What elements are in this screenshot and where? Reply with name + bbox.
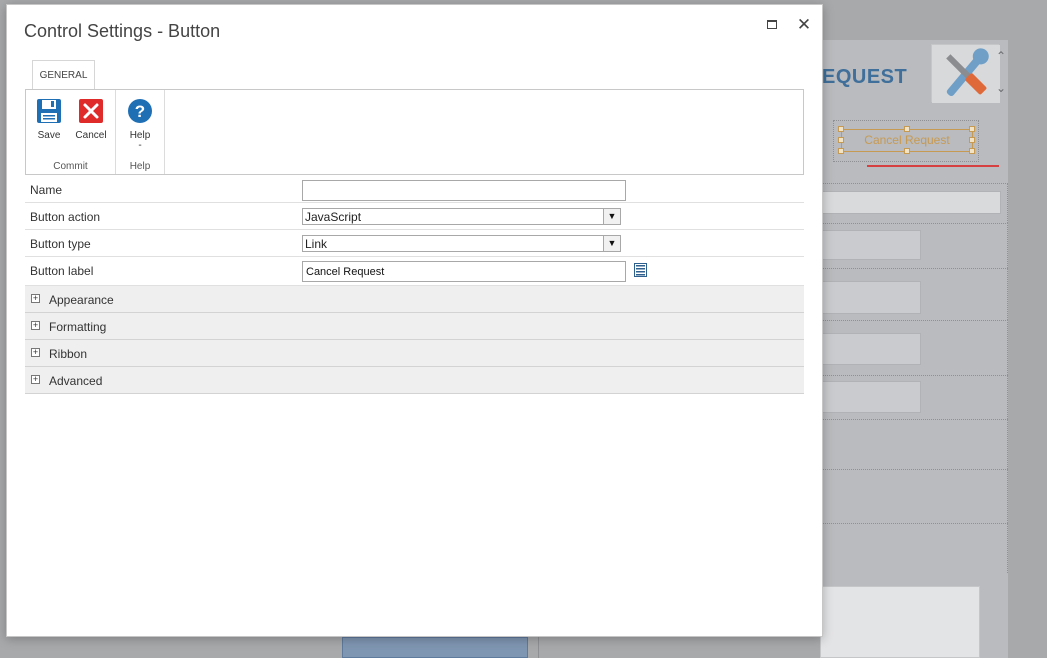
property-row-button-action: Button action JavaScript ▼ [25, 203, 804, 230]
button-action-select[interactable]: JavaScript ▼ [302, 208, 621, 225]
expand-icon[interactable]: + [31, 375, 40, 384]
property-row-button-label: Button label [25, 257, 804, 286]
resize-handle[interactable] [904, 148, 910, 154]
expand-icon[interactable]: + [31, 348, 40, 357]
chevron-down-icon[interactable]: ▼ [603, 236, 620, 251]
resize-handle[interactable] [969, 148, 975, 154]
property-grid: Name Button action JavaScript ▼ Button t… [25, 176, 804, 394]
form-logo [931, 44, 1000, 103]
resize-handle[interactable] [904, 126, 910, 132]
form-row [820, 469, 1008, 523]
form-field[interactable] [820, 281, 921, 314]
validation-underline [867, 165, 999, 167]
section-label: Formatting [49, 320, 107, 334]
help-button[interactable]: ? Help - [121, 98, 159, 151]
chevron-down-icon[interactable]: ⌄ [996, 82, 1006, 94]
property-label: Name [30, 183, 63, 197]
section-label: Appearance [49, 293, 114, 307]
cancel-button[interactable]: Cancel [72, 98, 110, 141]
maximize-icon[interactable] [762, 15, 782, 35]
ribbon-group-help: ? Help - Help [116, 90, 165, 174]
section-label: Ribbon [49, 347, 88, 361]
resize-handle[interactable] [838, 137, 844, 143]
section-formatting[interactable]: + Formatting [25, 313, 804, 340]
button-type-select[interactable]: Link ▼ [302, 235, 621, 252]
chevron-down-icon[interactable]: ▼ [603, 209, 620, 224]
resize-handle[interactable] [969, 126, 975, 132]
button-action-value: JavaScript [305, 210, 362, 224]
property-row-button-type: Button type Link ▼ [25, 230, 804, 257]
expand-icon[interactable]: + [31, 294, 40, 303]
property-label: Button type [30, 237, 91, 251]
background-form-title: EQUEST [822, 66, 908, 88]
save-button[interactable]: Save [30, 98, 68, 141]
name-input[interactable] [302, 180, 626, 201]
form-panel-box [820, 586, 980, 658]
tab-general[interactable]: GENERAL [32, 60, 95, 90]
cancel-button-label: Cancel [75, 130, 107, 141]
document-icon[interactable] [634, 263, 647, 277]
form-field[interactable] [820, 230, 921, 260]
button-type-value: Link [305, 237, 328, 251]
button-label-input[interactable] [302, 261, 626, 282]
form-field[interactable] [820, 333, 921, 365]
property-row-name: Name [25, 176, 804, 203]
section-appearance[interactable]: + Appearance [25, 286, 804, 313]
form-row [820, 523, 1008, 573]
close-icon[interactable]: ✕ [794, 15, 814, 35]
save-button-label: Save [37, 130, 61, 141]
form-blue-box [342, 637, 528, 658]
section-ribbon[interactable]: + Ribbon [25, 340, 804, 367]
ribbon-group-label: Help [129, 161, 151, 172]
section-advanced[interactable]: + Advanced [25, 367, 804, 394]
help-dropdown-marker[interactable]: - [121, 141, 159, 151]
property-label: Button label [30, 264, 94, 278]
control-settings-dialog: Control Settings - Button ✕ GENERAL Save [6, 4, 823, 637]
property-label: Button action [30, 210, 101, 224]
resize-handle[interactable] [838, 126, 844, 132]
form-row [820, 419, 1008, 469]
resize-handle[interactable] [838, 148, 844, 154]
resize-handle[interactable] [969, 137, 975, 143]
section-label: Advanced [49, 374, 103, 388]
svg-text:?: ? [135, 102, 145, 121]
save-icon [36, 98, 62, 124]
form-field[interactable] [820, 381, 921, 413]
divider [538, 637, 539, 658]
ribbon-group-label: Commit [53, 161, 88, 172]
cancel-icon [78, 98, 104, 124]
chevron-up-icon[interactable]: ⌃ [996, 50, 1006, 62]
form-field[interactable] [820, 191, 1001, 214]
expand-icon[interactable]: + [31, 321, 40, 330]
ribbon: Save Cancel Commit ? Help - Help [25, 89, 804, 175]
dialog-title: Control Settings - Button [24, 21, 221, 41]
ribbon-group-commit: Save Cancel Commit [26, 90, 116, 174]
help-icon: ? [127, 98, 153, 124]
